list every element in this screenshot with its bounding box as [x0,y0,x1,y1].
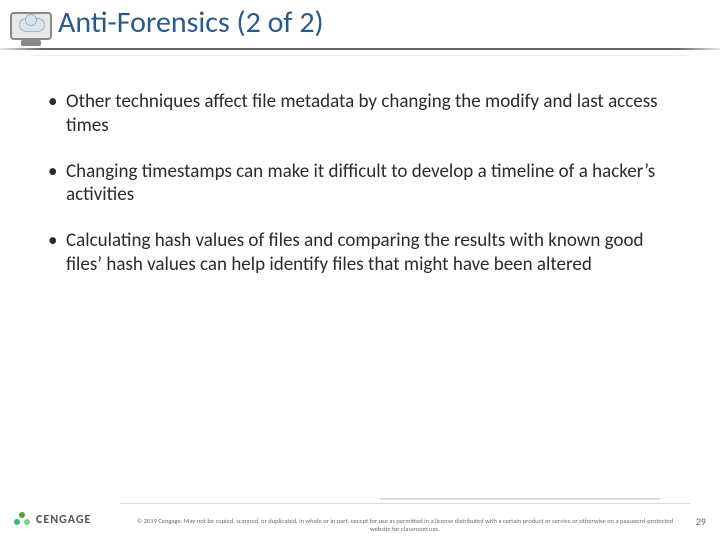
list-item: Changing timestamps can make it difficul… [48,160,672,208]
slide-footer: CENGAGE © 2019 Cengage. May not be copie… [0,494,720,540]
brand: CENGAGE [14,512,91,528]
copyright-text: © 2019 Cengage. May not be copied, scann… [130,518,680,534]
cloud-monitor-icon [10,12,52,52]
slide: Anti-Forensics (2 of 2) Other techniques… [0,0,720,540]
list-item: Calculating hash values of files and com… [48,229,672,277]
slide-title: Anti-Forensics (2 of 2) [58,4,324,41]
slide-body: Other techniques affect file metadata by… [0,70,720,277]
footer-rule-accent [380,498,660,500]
brand-logo-icon [14,512,30,528]
cloud-icon [19,18,45,32]
bullet-list: Other techniques affect file metadata by… [48,90,672,277]
title-underline-faint [30,55,690,56]
brand-name: CENGAGE [36,513,91,527]
page-number: 29 [696,515,706,528]
list-item: Other techniques affect file metadata by… [48,90,672,138]
title-underline [0,48,720,50]
slide-header: Anti-Forensics (2 of 2) [0,0,720,70]
footer-rule [120,503,690,504]
monitor-icon [10,12,52,40]
